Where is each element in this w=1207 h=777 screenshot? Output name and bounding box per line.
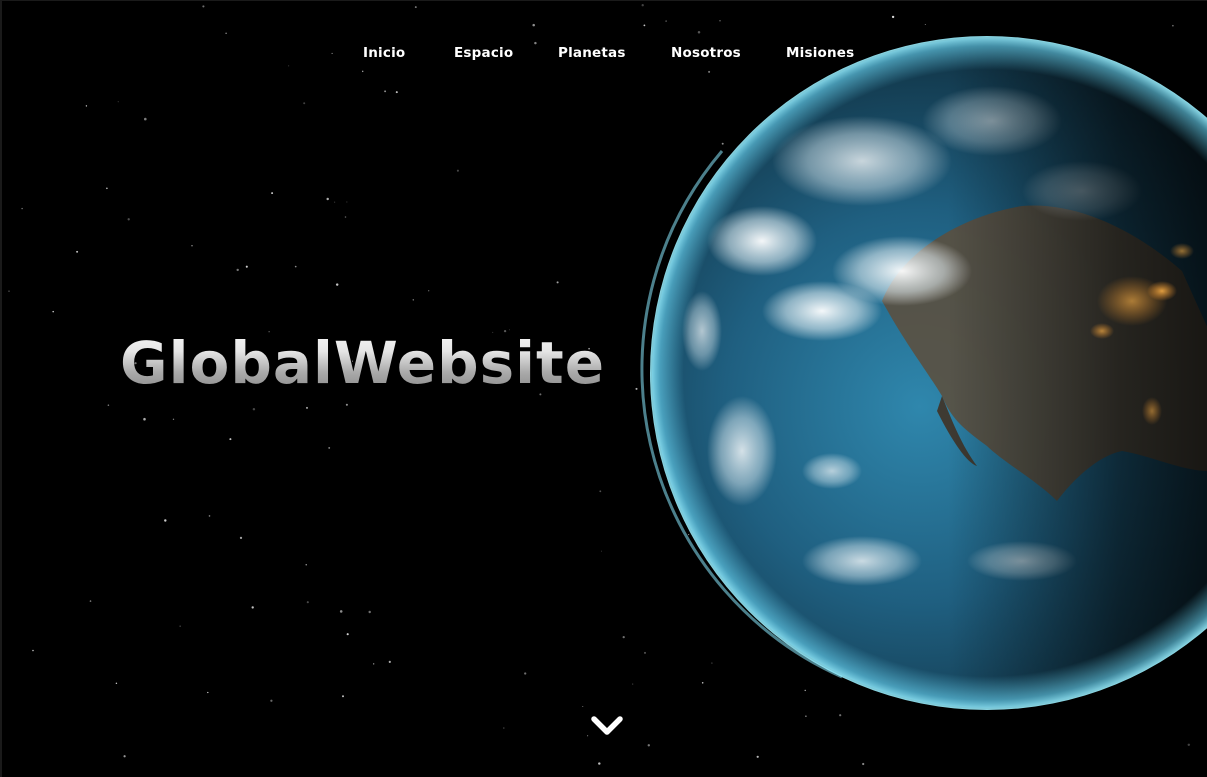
nav-link-espacio[interactable]: Espacio [454,45,513,61]
chevron-down-icon [591,716,623,735]
page: Inicio Espacio Planetas Nosotros Misione… [0,0,1207,777]
top-navigation: Inicio Espacio Planetas Nosotros Misione… [2,45,1207,67]
hero-title: GlobalWebsite [120,323,605,403]
nav-link-misiones[interactable]: Misiones [786,45,854,61]
nav-link-nosotros[interactable]: Nosotros [671,45,741,61]
scroll-down-button[interactable] [589,711,625,741]
nav-link-planetas[interactable]: Planetas [558,45,626,61]
nav-link-inicio[interactable]: Inicio [363,45,405,61]
